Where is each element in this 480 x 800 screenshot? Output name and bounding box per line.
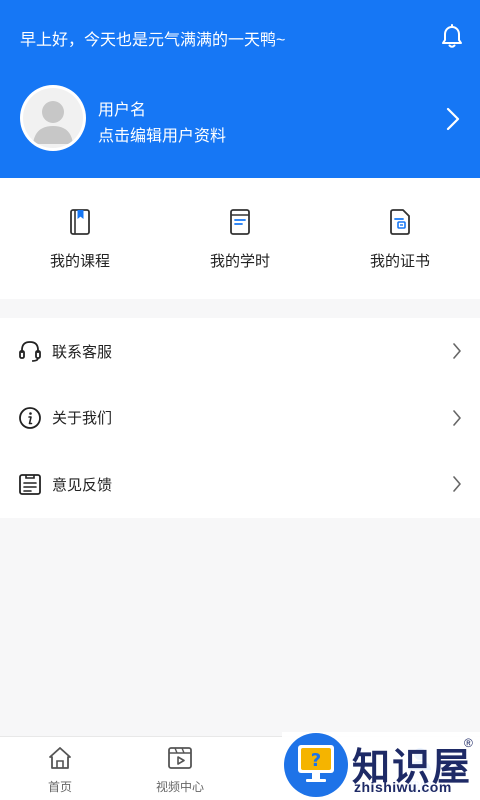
edit-profile-link[interactable]: 点击编辑用户资料 [98,122,226,146]
menu-item-label: 关于我们 [52,410,113,428]
tab-label: 视频中心 [155,780,204,794]
quick-link-label: 我的课程 [49,253,110,270]
quick-link-my-certificates[interactable]: 我的证书 [320,178,480,299]
quick-link-my-hours[interactable]: 我的学时 [160,178,320,299]
settings-menu: 联系客服 关于我们 意见反馈 [0,318,480,518]
quick-links: 我的课程 我的学时 我的证书 [0,178,480,299]
menu-item-label: 联系客服 [52,343,113,361]
quick-link-my-courses[interactable]: 我的课程 [0,178,160,299]
quick-link-label: 我的证书 [369,253,430,270]
profile-header: 早上好，今天也是元气满满的一天鸭~ 用户名 点击编辑用户资料 [0,0,480,178]
watermark-logo: ? [284,733,348,797]
monitor-question-icon: ? [298,745,334,782]
greeting-text: 早上好，今天也是元气满满的一天鸭~ [20,32,286,49]
watermark-registered-mark: ® [464,736,473,750]
bell-icon[interactable] [440,24,464,50]
headset-icon [19,341,41,363]
watermark-domain: zhishiwu.com [354,779,452,795]
home-icon [49,747,71,769]
default-avatar-icon [33,101,73,144]
course-book-icon [70,209,90,235]
menu-item-about-us[interactable]: 关于我们 [0,385,480,452]
site-watermark: ? 知识屋 ® zhishiwu.com [282,732,480,800]
menu-item-contact-service[interactable]: 联系客服 [0,318,480,385]
tab-video-center[interactable]: 视频中心 [120,737,240,800]
username[interactable]: 用户名 [98,96,146,120]
video-icon [168,747,192,769]
feedback-icon [19,474,41,496]
certificate-icon [390,209,410,235]
chevron-right-icon [453,343,461,360]
svg-text:?: ? [311,750,321,771]
menu-item-label: 意见反馈 [52,476,113,494]
tab-home[interactable]: 首页 [0,737,120,800]
study-hours-icon [230,209,250,235]
avatar[interactable] [20,85,86,151]
chevron-right-icon [453,476,461,493]
menu-item-feedback[interactable]: 意见反馈 [0,451,480,518]
info-icon [19,406,41,429]
quick-link-label: 我的学时 [209,253,270,270]
chevron-right-icon[interactable] [444,106,462,132]
chevron-right-icon [453,410,461,426]
tab-label: 首页 [47,780,72,794]
